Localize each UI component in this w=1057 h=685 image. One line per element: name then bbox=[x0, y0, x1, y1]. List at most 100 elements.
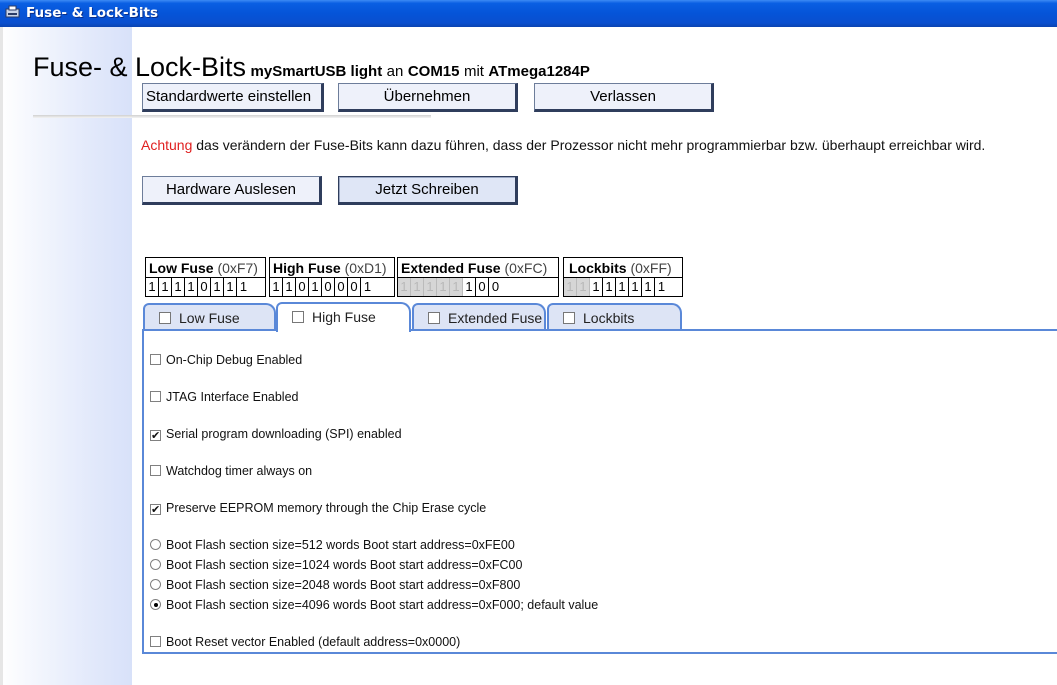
fuse-bit[interactable]: 1 bbox=[159, 278, 172, 296]
fuse-bit[interactable]: 0 bbox=[348, 278, 361, 296]
tab-label: Low Fuse bbox=[179, 310, 240, 326]
option-watchdog[interactable]: Watchdog timer always on bbox=[150, 464, 312, 478]
low-fuse-table: Low Fuse (0xF7) 11110111 bbox=[145, 257, 266, 297]
fuse-bit[interactable]: 0 bbox=[322, 278, 335, 296]
fuse-hex: (0xFF) bbox=[630, 260, 672, 276]
word-mit: mit bbox=[463, 63, 484, 80]
option-boot-4096[interactable]: Boot Flash section size=4096 words Boot … bbox=[150, 598, 598, 612]
option-label: Serial program downloading (SPI) enabled bbox=[166, 427, 402, 441]
tab-label: High Fuse bbox=[312, 309, 376, 325]
jtag-checkbox[interactable] bbox=[150, 391, 161, 402]
option-label: On-Chip Debug Enabled bbox=[166, 353, 303, 367]
fuse-bit[interactable]: 1 bbox=[185, 278, 198, 296]
fuse-bit[interactable]: 1 bbox=[603, 278, 616, 296]
fuse-bit[interactable]: 0 bbox=[198, 278, 211, 296]
tab-lockbits[interactable]: Lockbits bbox=[547, 303, 682, 331]
warning-prefix: Achtung bbox=[141, 137, 193, 153]
option-boot-reset[interactable]: Boot Reset vector Enabled (default addre… bbox=[150, 635, 460, 649]
fuse-bit[interactable]: 1 bbox=[237, 278, 250, 296]
fuse-bit[interactable]: 1 bbox=[642, 278, 655, 296]
fuse-name: High Fuse bbox=[273, 260, 341, 276]
option-label: Boot Flash section size=512 words Boot s… bbox=[166, 538, 515, 552]
fuse-bit[interactable]: 1 bbox=[590, 278, 603, 296]
eesave-checkbox[interactable]: ✔ bbox=[150, 504, 161, 516]
boot-4096-radio[interactable] bbox=[150, 599, 161, 610]
tab-extended-fuse[interactable]: Extended Fuse bbox=[412, 303, 546, 331]
fuse-bit: 1 bbox=[411, 278, 424, 296]
option-label: Boot Flash section size=4096 words Boot … bbox=[166, 598, 599, 612]
extended-fuse-table: Extended Fuse (0xFC) 11111100 bbox=[397, 257, 559, 297]
fuse-bit: 1 bbox=[424, 278, 437, 296]
fuse-bit: 1 bbox=[577, 278, 590, 296]
fuse-hex: (0xD1) bbox=[344, 260, 387, 276]
spi-checkbox[interactable]: ✔ bbox=[150, 430, 161, 442]
fuse-bit[interactable]: 1 bbox=[211, 278, 224, 296]
option-ocd[interactable]: On-Chip Debug Enabled bbox=[150, 353, 302, 367]
boot-512-radio[interactable] bbox=[150, 539, 161, 550]
fuse-header: High Fuse (0xD1) bbox=[270, 258, 394, 278]
fuse-bit[interactable]: 1 bbox=[146, 278, 159, 296]
write-now-button[interactable]: Jetzt Schreiben bbox=[338, 176, 518, 205]
window-title-bar[interactable]: Fuse- & Lock-Bits bbox=[0, 0, 1057, 27]
fuse-bit[interactable]: 1 bbox=[629, 278, 642, 296]
option-spi[interactable]: ✔ Serial program downloading (SPI) enable… bbox=[150, 427, 402, 442]
fuse-bit[interactable]: 0 bbox=[335, 278, 348, 296]
boot-1024-radio[interactable] bbox=[150, 559, 161, 570]
word-an: an bbox=[386, 63, 404, 80]
fuse-bit[interactable]: 1 bbox=[463, 278, 476, 296]
tab-label: Lockbits bbox=[583, 310, 635, 326]
page-heading: Fuse- & Lock-Bits mySmartUSB light an CO… bbox=[33, 52, 590, 83]
tab-checkbox[interactable] bbox=[563, 312, 575, 324]
fuse-bit[interactable]: 0 bbox=[489, 278, 502, 296]
fuse-bit[interactable]: 1 bbox=[270, 278, 283, 296]
option-label: Watchdog timer always on bbox=[166, 464, 313, 478]
option-eesave[interactable]: ✔ Preserve EEPROM memory through the Chip… bbox=[150, 501, 487, 516]
fuse-bits: 11111100 bbox=[398, 278, 558, 296]
lockbits-table: Lockbits (0xFF) 11111111 bbox=[563, 257, 683, 297]
tab-checkbox[interactable] bbox=[292, 311, 304, 323]
fuse-bit[interactable]: 1 bbox=[655, 278, 668, 296]
warning-message: das verändern der Fuse-Bits kann dazu fü… bbox=[192, 137, 986, 153]
boot-reset-checkbox[interactable] bbox=[150, 636, 161, 647]
fuse-hex: (0xFC) bbox=[504, 260, 548, 276]
option-boot-2048[interactable]: Boot Flash section size=2048 words Boot … bbox=[150, 578, 520, 592]
option-label: Boot Reset vector Enabled (default addre… bbox=[166, 635, 461, 649]
fuse-name: Extended Fuse bbox=[401, 260, 501, 276]
apply-button[interactable]: Übernehmen bbox=[338, 83, 518, 112]
read-hardware-button[interactable]: Hardware Auslesen bbox=[142, 176, 322, 205]
exit-button[interactable]: Verlassen bbox=[534, 83, 714, 112]
watchdog-checkbox[interactable] bbox=[150, 465, 161, 476]
fuse-bit[interactable]: 0 bbox=[476, 278, 489, 296]
fuse-bit: 1 bbox=[437, 278, 450, 296]
fuse-bits: 11010001 bbox=[270, 278, 394, 296]
device-name: mySmartUSB light bbox=[250, 63, 383, 80]
tab-checkbox[interactable] bbox=[159, 312, 171, 324]
fuse-name: Lockbits bbox=[569, 260, 627, 276]
option-boot-512[interactable]: Boot Flash section size=512 words Boot s… bbox=[150, 538, 515, 552]
fuse-bit[interactable]: 1 bbox=[616, 278, 629, 296]
defaults-button[interactable]: Standardwerte einstellen bbox=[142, 83, 324, 112]
option-label: Preserve EEPROM memory through the Chip … bbox=[166, 501, 487, 515]
boot-2048-radio[interactable] bbox=[150, 579, 161, 590]
ocd-checkbox[interactable] bbox=[150, 354, 161, 365]
tab-checkbox[interactable] bbox=[428, 312, 440, 324]
port-name: COM15 bbox=[407, 63, 460, 80]
fuse-bit[interactable]: 0 bbox=[296, 278, 309, 296]
option-label: JTAG Interface Enabled bbox=[166, 390, 299, 404]
fuse-bit: 1 bbox=[564, 278, 577, 296]
fuse-bit[interactable]: 1 bbox=[309, 278, 322, 296]
option-jtag[interactable]: JTAG Interface Enabled bbox=[150, 390, 298, 404]
option-label: Boot Flash section size=2048 words Boot … bbox=[166, 578, 521, 592]
fuse-bits: 11111111 bbox=[564, 278, 682, 296]
fuse-header: Lockbits (0xFF) bbox=[564, 258, 682, 278]
fuse-bit[interactable]: 1 bbox=[361, 278, 374, 296]
option-boot-1024[interactable]: Boot Flash section size=1024 words Boot … bbox=[150, 558, 522, 572]
tab-high-fuse[interactable]: High Fuse bbox=[276, 302, 411, 332]
fuse-hex: (0xF7) bbox=[217, 260, 258, 276]
fuse-bit[interactable]: 1 bbox=[224, 278, 237, 296]
fuse-bit[interactable]: 1 bbox=[172, 278, 185, 296]
window-title: Fuse- & Lock-Bits bbox=[26, 5, 158, 21]
tab-label: Extended Fuse bbox=[448, 310, 543, 326]
fuse-bit[interactable]: 1 bbox=[283, 278, 296, 296]
tab-low-fuse[interactable]: Low Fuse bbox=[143, 303, 276, 331]
